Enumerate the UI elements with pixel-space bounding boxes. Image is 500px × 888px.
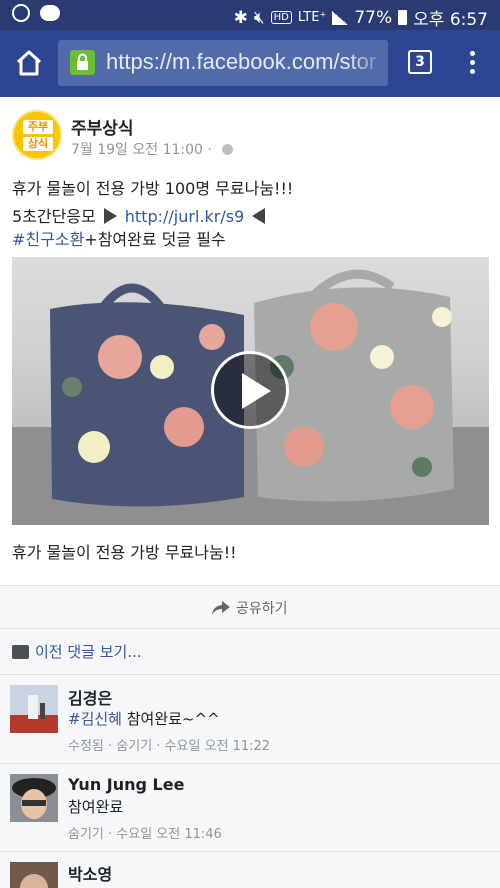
post-header: 주부 상식 주부상식 7월 19일 오전 11:00 ·: [0, 97, 500, 167]
mention-link[interactable]: #김신혜: [68, 710, 122, 728]
chat-notification-icon: [40, 5, 60, 21]
comment-bubble-icon: [12, 645, 29, 659]
hd-indicator: HD: [270, 11, 292, 24]
home-button[interactable]: [10, 44, 48, 82]
previous-comments-bar: 이전 댓글 보기...: [0, 629, 500, 675]
comment-meta[interactable]: 숨기기 · 수요일 오전 11:46: [68, 823, 222, 842]
post-timestamp[interactable]: 7월 19일 오전 11:00 ·: [71, 139, 234, 159]
comment-item: 김경은 #김신혜 참여완료~^^ 수정됨 · 숨기기 · 수요일 오전 11:2…: [0, 675, 500, 764]
hashtag-link[interactable]: #친구소환: [12, 230, 84, 249]
globe-icon: [222, 144, 234, 155]
post-text-line2: 5초간단응모 http://jurl.kr/s9: [12, 203, 266, 227]
home-icon: [16, 50, 42, 76]
post-text-line1: 휴가 물놀이 전용 가방 100명 무료나눔!!!: [12, 179, 294, 198]
signal-icon: [332, 10, 349, 25]
commenter-avatar[interactable]: [10, 862, 58, 888]
comment-text: #김신혜 참여완료~^^: [68, 710, 220, 728]
comment-meta[interactable]: 수정됨 · 숨기기 · 수요일 오전 11:22: [68, 735, 270, 754]
play-button[interactable]: [211, 351, 289, 429]
post-link[interactable]: http://jurl.kr/s9: [125, 207, 244, 226]
bluetooth-icon: ✱: [233, 7, 248, 28]
mute-icon: 🔇︎: [253, 7, 265, 28]
url-text: https://m.facebook.com/stor: [106, 49, 377, 74]
battery-level: 77%: [354, 7, 393, 28]
arrow-left-icon: [252, 208, 266, 224]
video-thumbnail[interactable]: [12, 257, 489, 525]
video-caption: 휴가 물놀이 전용 가방 무료나눔!!: [12, 543, 237, 562]
share-bar: 공유하기: [0, 585, 500, 629]
commenter-name[interactable]: 박소영: [68, 861, 112, 885]
share-button[interactable]: 공유하기: [212, 598, 288, 618]
tab-switcher-button[interactable]: 3: [408, 50, 432, 74]
comment-item: 박소영: [0, 852, 500, 888]
commenter-name[interactable]: 김경은: [68, 685, 112, 709]
commenter-avatar[interactable]: [10, 685, 58, 733]
comment-item: Yun Jung Lee 참여완료 숨기기 · 수요일 오전 11:46: [0, 764, 500, 852]
app-notification-icon: [12, 4, 30, 22]
page-name-link[interactable]: 주부상식: [71, 114, 134, 139]
post-text-line3: #친구소환+참여완료 덧글 필수: [12, 230, 226, 249]
overflow-menu-button[interactable]: [462, 48, 482, 78]
url-bar[interactable]: https://m.facebook.com/stor: [58, 40, 388, 86]
battery-icon: [398, 10, 408, 25]
commenter-avatar[interactable]: [10, 774, 58, 822]
lock-icon: [70, 50, 95, 75]
view-previous-comments-link[interactable]: 이전 댓글 보기...: [12, 641, 142, 662]
clock: 오후 6:57: [413, 10, 488, 30]
share-arrow-icon: [212, 601, 230, 615]
commenter-name[interactable]: Yun Jung Lee: [68, 775, 184, 794]
comment-text: 참여완료: [68, 798, 124, 816]
arrow-right-icon: [103, 208, 117, 224]
browser-toolbar: https://m.facebook.com/stor 3: [0, 30, 500, 97]
page-avatar[interactable]: 주부 상식: [12, 110, 62, 160]
status-bar: ✱ 🔇︎ HD LTE⁺ 77% 오후 6:57: [0, 0, 500, 30]
network-type: LTE⁺: [297, 10, 327, 25]
